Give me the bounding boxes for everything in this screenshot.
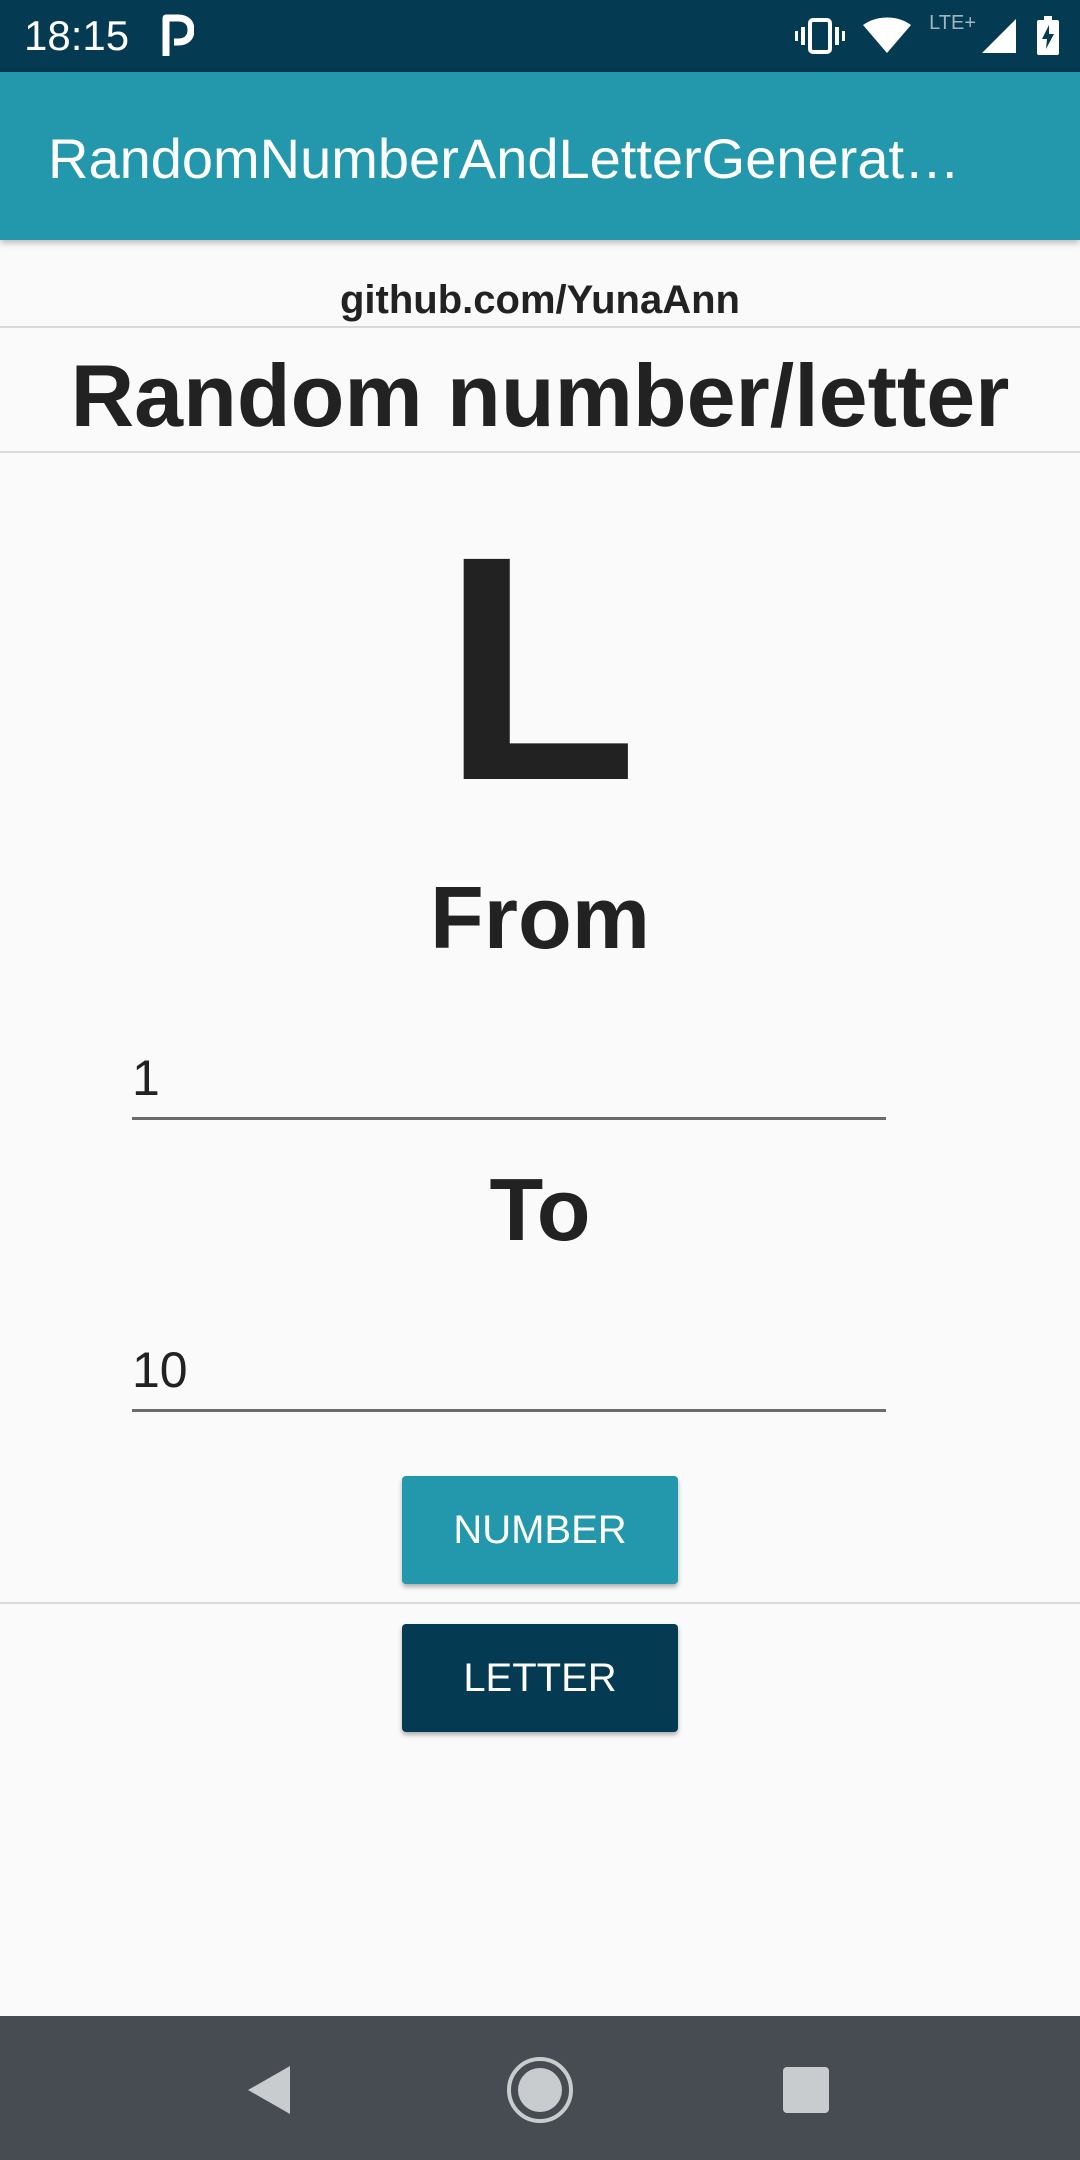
navigation-bar — [0, 2016, 1080, 2160]
letter-button[interactable]: LETTER — [402, 1624, 678, 1732]
vibrate-icon — [795, 18, 846, 54]
network-type-label: LTE+ — [929, 12, 976, 34]
app-title: RandomNumberAndLetterGenerat… — [48, 127, 961, 190]
status-time: 18:15 — [24, 12, 130, 59]
to-field[interactable] — [132, 1332, 886, 1412]
battery-charging-icon — [1037, 16, 1059, 55]
status-bar: 18:15 LTE+ — [0, 0, 1080, 72]
cell-signal-icon — [982, 19, 1016, 53]
from-label: From — [430, 868, 650, 967]
to-input[interactable] — [132, 1332, 886, 1408]
divider — [0, 1602, 1080, 1604]
to-label: To — [489, 1160, 591, 1259]
parking-notification-icon — [162, 14, 194, 56]
result-display: L — [442, 489, 638, 847]
from-input[interactable] — [132, 1040, 886, 1116]
screen: 18:15 LTE+ RandomNumberAndLetterGenerat…… — [0, 0, 1080, 2160]
app-bar: RandomNumberAndLetterGenerat… — [0, 72, 1080, 240]
recent-apps-icon[interactable] — [770, 2054, 842, 2126]
status-icons: LTE+ — [795, 12, 1060, 58]
number-button[interactable]: NUMBER — [402, 1476, 678, 1584]
back-icon[interactable] — [234, 2054, 306, 2126]
page-heading: Random number/letter — [70, 346, 1010, 445]
home-icon[interactable] — [504, 2054, 576, 2126]
divider — [0, 326, 1080, 328]
from-field[interactable] — [132, 1040, 886, 1120]
github-link[interactable]: github.com/YunaAnn — [0, 272, 1080, 328]
divider — [0, 451, 1080, 453]
wifi-icon — [863, 17, 912, 53]
